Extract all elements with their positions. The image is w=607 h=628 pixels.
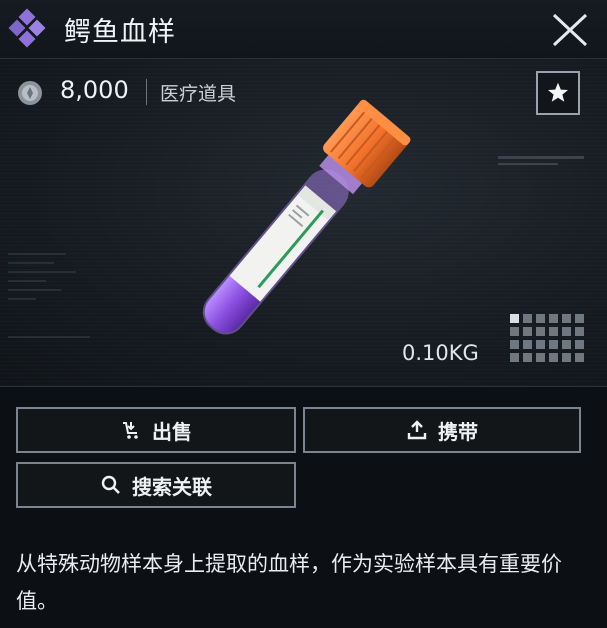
item-price: 8,000 [60,76,129,104]
item-description: 从特殊动物样本身上提取的血样，作为实验样本具有重要价值。 [16,552,562,613]
carry-label: 携带 [438,419,478,444]
search-related-label: 搜索关联 [132,474,212,499]
close-icon[interactable] [548,12,592,48]
diamond-logo-icon [8,8,46,48]
sell-button[interactable]: 出售 [16,407,296,453]
sell-icon [123,422,138,439]
title-bar: 鳄鱼血样 [0,0,607,59]
inventory-size-grid-icon [510,314,584,362]
search-related-button[interactable]: 搜索关联 [16,462,296,508]
sell-label: 出售 [152,419,192,444]
price-divider [146,79,147,105]
upload-icon [407,420,427,440]
hud-decoration-right [498,156,584,165]
hud-decoration [8,253,90,338]
coin-icon [18,81,42,105]
favorite-button[interactable] [536,71,580,115]
item-weight: 0.10KG [402,341,479,365]
blood-sample-tube-image [202,99,411,335]
item-preview-panel: 8,000 医疗道具 0.10KG [0,59,607,387]
carry-button[interactable]: 携带 [303,407,581,453]
search-icon [101,475,120,494]
item-title: 鳄鱼血样 [64,17,176,48]
star-icon [548,82,568,102]
